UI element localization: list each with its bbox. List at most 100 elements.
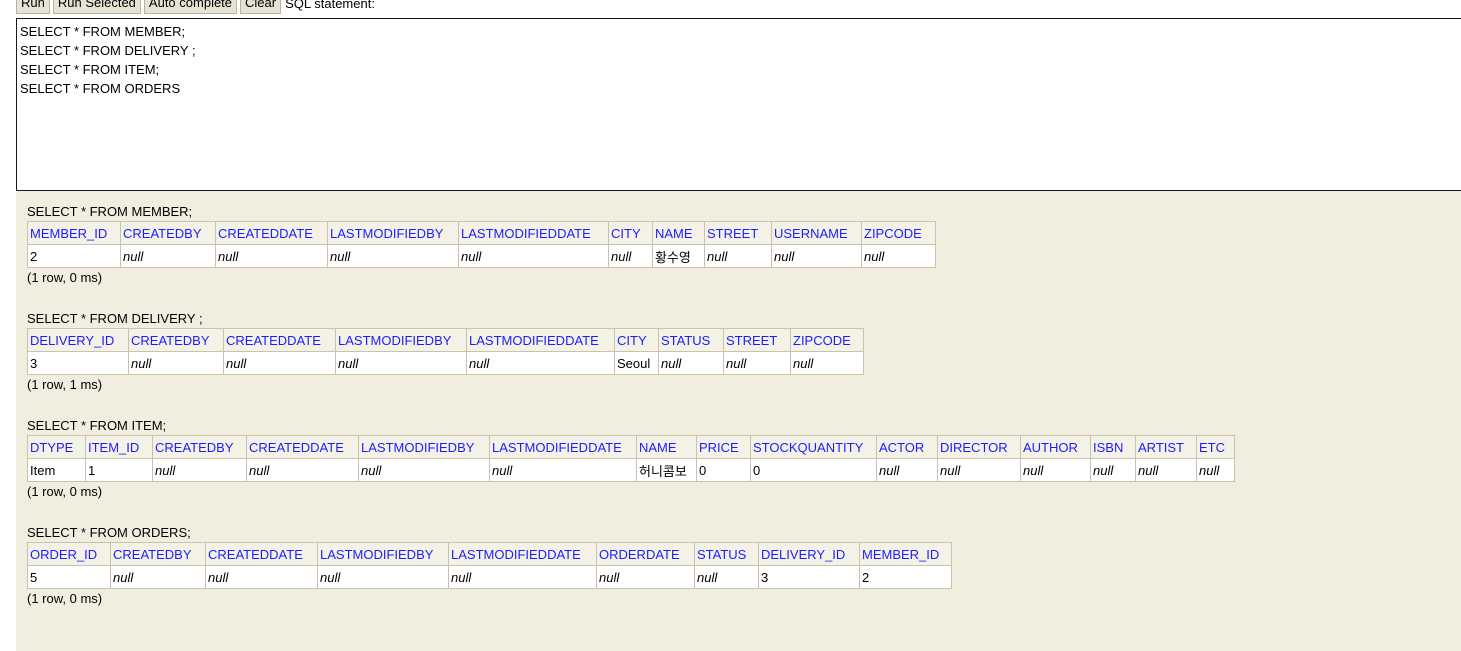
table-cell: null (937, 458, 1021, 482)
column-header-actor: ACTOR (876, 435, 938, 459)
result-status: (1 row, 0 ms) (27, 484, 103, 499)
table-cell: null (489, 458, 637, 482)
table-cell: null (608, 244, 653, 268)
table-cell: null (861, 244, 936, 268)
table-cell: 0 (696, 458, 751, 482)
column-header-lastmodifiedby: LASTMODIFIEDBY (335, 328, 467, 352)
column-header-lastmodifieddate: LASTMODIFIEDDATE (448, 542, 597, 566)
result-status: (1 row, 0 ms) (27, 270, 103, 285)
result-statement: SELECT * FROM ORDERS; (27, 525, 191, 540)
column-header-lastmodifieddate: LASTMODIFIEDDATE (458, 221, 609, 245)
table-cell: null (128, 351, 224, 375)
table-cell: 2 (859, 565, 952, 589)
column-header-stockquantity: STOCKQUANTITY (750, 435, 877, 459)
table-row: 2 null null null null null 황수영 null null null (27, 244, 936, 268)
column-header-status: STATUS (658, 328, 724, 352)
column-header-member-id: MEMBER_ID (859, 542, 952, 566)
table-cell: null (448, 565, 597, 589)
result-statement: SELECT * FROM ITEM; (27, 418, 167, 433)
table-header-row: DELIVERY_ID CREATEDBY CREATEDDATE LASTMODIF… (27, 328, 864, 352)
column-header-createddate: CREATEDDATE (215, 221, 328, 245)
table-row: 5 null null null null null null 3 2 (27, 565, 952, 589)
column-header-name: NAME (636, 435, 697, 459)
run-button[interactable]: Run (16, 0, 50, 14)
table-header-row: DTYPE ITEM_ID CREATEDBY CREATEDDATE LASTMODI… (27, 435, 1235, 459)
column-header-dtype: DTYPE (27, 435, 86, 459)
table-cell: null (723, 351, 791, 375)
column-header-city: CITY (608, 221, 653, 245)
result-block-orders: SELECT * FROM ORDERS; ORDER_ID CREATEDBY C… (27, 524, 952, 608)
column-header-delivery-id: DELIVERY_ID (27, 328, 129, 352)
table-cell: null (110, 565, 206, 589)
table-cell: null (327, 244, 459, 268)
table-cell: null (596, 565, 695, 589)
table-cell: null (358, 458, 490, 482)
column-header-delivery-id: DELIVERY_ID (758, 542, 860, 566)
table-cell: 5 (27, 565, 111, 589)
table-cell: null (771, 244, 862, 268)
table-header-row: ORDER_ID CREATEDBY CREATEDDATE LASTMODIFIED… (27, 542, 952, 566)
table-cell: null (694, 565, 759, 589)
table-cell: 2 (27, 244, 121, 268)
table-cell: null (246, 458, 359, 482)
table-cell: null (1090, 458, 1136, 482)
result-block-member: SELECT * FROM MEMBER; MEMBER_ID CREATEDBY… (27, 203, 936, 287)
column-header-director: DIRECTOR (937, 435, 1021, 459)
column-header-lastmodifiedby: LASTMODIFIEDBY (358, 435, 490, 459)
table-cell: null (215, 244, 328, 268)
sql-editor[interactable]: SELECT * FROM MEMBER; SELECT * FROM DELI… (16, 18, 1461, 191)
column-header-createddate: CREATEDDATE (223, 328, 336, 352)
column-header-price: PRICE (696, 435, 751, 459)
column-header-street: STREET (704, 221, 772, 245)
table-header-row: MEMBER_ID CREATEDBY CREATEDDATE LASTMODIFIE… (27, 221, 936, 245)
sql-statement-label: SQL statement: (285, 0, 375, 11)
table-cell: 3 (27, 351, 129, 375)
table-cell: null (458, 244, 609, 268)
result-table: MEMBER_ID CREATEDBY CREATEDDATE LASTMODIFIE… (27, 221, 936, 268)
column-header-isbn: ISBN (1090, 435, 1136, 459)
column-header-member-id: MEMBER_ID (27, 221, 121, 245)
column-header-zipcode: ZIPCODE (790, 328, 864, 352)
result-table: ORDER_ID CREATEDBY CREATEDDATE LASTMODIFIED… (27, 542, 952, 589)
table-cell: null (152, 458, 247, 482)
table-cell: null (317, 565, 449, 589)
clear-button[interactable]: Clear (240, 0, 282, 14)
table-cell: 허니콤보 (636, 458, 697, 482)
column-header-order-id: ORDER_ID (27, 542, 111, 566)
table-cell: null (1196, 458, 1235, 482)
table-cell: 3 (758, 565, 860, 589)
column-header-author: AUTHOR (1020, 435, 1091, 459)
table-cell: 황수영 (652, 244, 705, 268)
result-table: DTYPE ITEM_ID CREATEDBY CREATEDDATE LASTMODI… (27, 435, 1235, 482)
column-header-createdby: CREATEDBY (110, 542, 206, 566)
table-cell: null (120, 244, 216, 268)
table-cell: null (466, 351, 615, 375)
run-selected-button[interactable]: Run Selected (52, 0, 141, 14)
column-header-artist: ARTIST (1135, 435, 1197, 459)
table-cell: Seoul (614, 351, 659, 375)
column-header-item-id: ITEM_ID (85, 435, 153, 459)
table-cell: null (704, 244, 772, 268)
table-cell: 0 (750, 458, 877, 482)
result-block-delivery: SELECT * FROM DELIVERY ; DELIVERY_ID CREA… (27, 310, 864, 394)
result-statement: SELECT * FROM DELIVERY ; (27, 311, 203, 326)
column-header-etc: ETC (1196, 435, 1235, 459)
column-header-username: USERNAME (771, 221, 862, 245)
auto-complete-button[interactable]: Auto complete (143, 0, 238, 14)
column-header-status: STATUS (694, 542, 759, 566)
column-header-createddate: CREATEDDATE (246, 435, 359, 459)
column-header-createdby: CREATEDBY (120, 221, 216, 245)
result-statement: SELECT * FROM MEMBER; (27, 204, 193, 219)
table-cell: null (1020, 458, 1091, 482)
table-cell: 1 (85, 458, 153, 482)
table-cell: Item (27, 458, 86, 482)
column-header-lastmodifiedby: LASTMODIFIEDBY (317, 542, 449, 566)
table-row: 3 null null null null Seoul null null null (27, 351, 864, 375)
table-cell: null (1135, 458, 1197, 482)
column-header-orderdate: ORDERDATE (596, 542, 695, 566)
table-cell: null (790, 351, 864, 375)
toolbar: Run Run Selected Auto complete Clear SQL… (16, 0, 375, 15)
column-header-city: CITY (614, 328, 659, 352)
table-cell: null (335, 351, 467, 375)
column-header-name: NAME (652, 221, 705, 245)
